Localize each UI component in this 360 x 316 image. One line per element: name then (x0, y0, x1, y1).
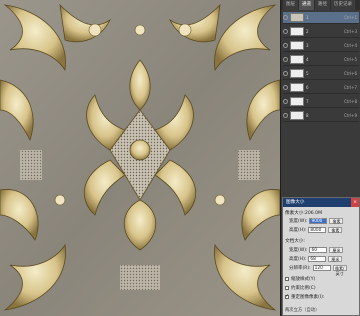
doc-height-row: 高度(H): 68 厘米 (289, 256, 343, 262)
channel-thumbnail (290, 83, 304, 92)
constrain-label: 约束比例(C) (291, 286, 316, 291)
channel-name: 6 (306, 85, 309, 90)
pixel-width-input[interactable]: 9000 (309, 218, 328, 224)
resolution-input[interactable]: 120 (312, 265, 331, 271)
channel-row[interactable]: 1 Ctrl+1 (283, 12, 359, 24)
doc-height-unit-select[interactable]: 厘米 (328, 256, 343, 262)
visibility-eye-icon[interactable] (283, 71, 288, 76)
constrain-checkbox[interactable] (285, 286, 289, 290)
resample-method-select[interactable]: 两次立方（自动） (285, 307, 319, 313)
resample-row[interactable]: 重定图像像素(I): (285, 293, 325, 300)
doc-height-label: 高度(H): (289, 257, 307, 262)
channel-thumbnail (290, 55, 304, 64)
doc-height-input[interactable]: 68 (308, 256, 327, 262)
channel-shortcut: Ctrl+4 (343, 43, 357, 48)
pixel-dimensions-label: 像素大小:206.0M (285, 211, 323, 216)
channel-shortcut: Ctrl+6 (343, 71, 357, 76)
pixel-height-unit-select[interactable]: 像素 (328, 227, 343, 233)
damask-pattern-image (0, 0, 280, 316)
height-label: 高度(H): (289, 228, 307, 233)
visibility-eye-icon[interactable] (283, 15, 288, 20)
doc-width-row: 宽度(W): 60 厘米 (289, 247, 344, 253)
channel-row[interactable]: 3 Ctrl+4 (283, 40, 359, 52)
visibility-eye-icon[interactable] (283, 99, 288, 104)
tab-layers[interactable]: 图层 (283, 0, 298, 10)
pixel-width-row: 宽度(W): 9000 像素 (289, 218, 344, 224)
tab-channels[interactable]: 通道 (299, 0, 314, 10)
channel-name: 1 (306, 15, 309, 20)
channel-name: 2 (306, 29, 309, 34)
doc-width-input[interactable]: 60 (309, 247, 328, 253)
doc-width-label: 宽度(W): (289, 248, 308, 253)
pixel-dimensions-row: 像素大小:206.0M (285, 210, 322, 216)
visibility-eye-icon[interactable] (283, 57, 288, 62)
channel-shortcut: Ctrl+9 (343, 113, 357, 118)
visibility-eye-icon[interactable] (283, 113, 288, 118)
channel-shortcut: Ctrl+5 (343, 57, 357, 62)
channel-row[interactable]: 8 Ctrl+9 (283, 110, 359, 122)
resample-checkbox[interactable] (285, 293, 289, 299)
resolution-label: 分辨率(R): (289, 266, 311, 271)
channel-thumbnail (290, 13, 304, 22)
constrain-row[interactable]: 约束比例(C) (285, 285, 316, 291)
channel-row[interactable]: 2 Ctrl+3 (283, 26, 359, 38)
channel-row[interactable]: 5 Ctrl+6 (283, 68, 359, 80)
channel-thumbnail (290, 111, 304, 120)
scale-styles-row[interactable]: 缩放样式(Y) (285, 276, 315, 282)
channel-thumbnail (290, 97, 304, 106)
dialog-title: 图像大小 (286, 200, 305, 205)
width-label: 宽度(W): (289, 219, 308, 224)
channel-name: 8 (306, 113, 309, 118)
visibility-eye-icon[interactable] (283, 85, 288, 90)
channel-name: 7 (306, 99, 309, 104)
doc-width-unit-select[interactable]: 厘米 (329, 247, 344, 253)
channel-row[interactable]: 7 Ctrl+8 (283, 96, 359, 108)
channel-shortcut: Ctrl+7 (343, 85, 357, 90)
panel-tabs: 图层 通道 路径 历史记录 (281, 0, 360, 10)
scale-styles-checkbox[interactable] (285, 277, 289, 281)
tab-paths[interactable]: 路径 (315, 0, 330, 10)
channel-name: 3 (306, 43, 309, 48)
pixel-width-unit-select[interactable]: 像素 (329, 218, 344, 224)
channel-name: 5 (306, 71, 309, 76)
pixel-height-input[interactable]: 8000 (308, 227, 327, 233)
channel-row[interactable]: 4 Ctrl+5 (283, 54, 359, 66)
channel-name: 4 (306, 57, 309, 62)
scale-styles-label: 缩放样式(Y) (291, 277, 316, 282)
channel-thumbnail (290, 27, 304, 36)
channel-shortcut: Ctrl+8 (343, 99, 357, 104)
close-icon[interactable]: × (351, 198, 359, 207)
document-size-label: 文档大小: (285, 239, 305, 244)
dialog-titlebar: 图像大小 × (283, 198, 359, 207)
document-size-row: 文档大小: (285, 238, 305, 244)
resample-label: 重定图像像素(I): (291, 295, 325, 300)
visibility-eye-icon[interactable] (283, 29, 288, 34)
image-size-dialog: 图像大小 × 像素大小:206.0M 宽度(W): 9000 像素 高度(H):… (282, 197, 360, 316)
resolution-row: 分辨率(R): 120 像素/英寸 (289, 265, 347, 276)
channel-thumbnail (290, 41, 304, 50)
resample-method-label: 两次立方（自动） (285, 308, 320, 313)
image-canvas[interactable] (0, 0, 280, 316)
tab-history[interactable]: 历史记录 (331, 0, 355, 10)
channel-shortcut: Ctrl+3 (343, 29, 357, 34)
resolution-unit-select[interactable]: 像素/英寸 (332, 265, 347, 276)
visibility-eye-icon[interactable] (283, 43, 288, 48)
channel-shortcut: Ctrl+1 (343, 15, 357, 20)
channel-thumbnail (290, 69, 304, 78)
pixel-height-row: 高度(H): 8000 像素 (289, 227, 343, 233)
channel-row[interactable]: 6 Ctrl+7 (283, 82, 359, 94)
